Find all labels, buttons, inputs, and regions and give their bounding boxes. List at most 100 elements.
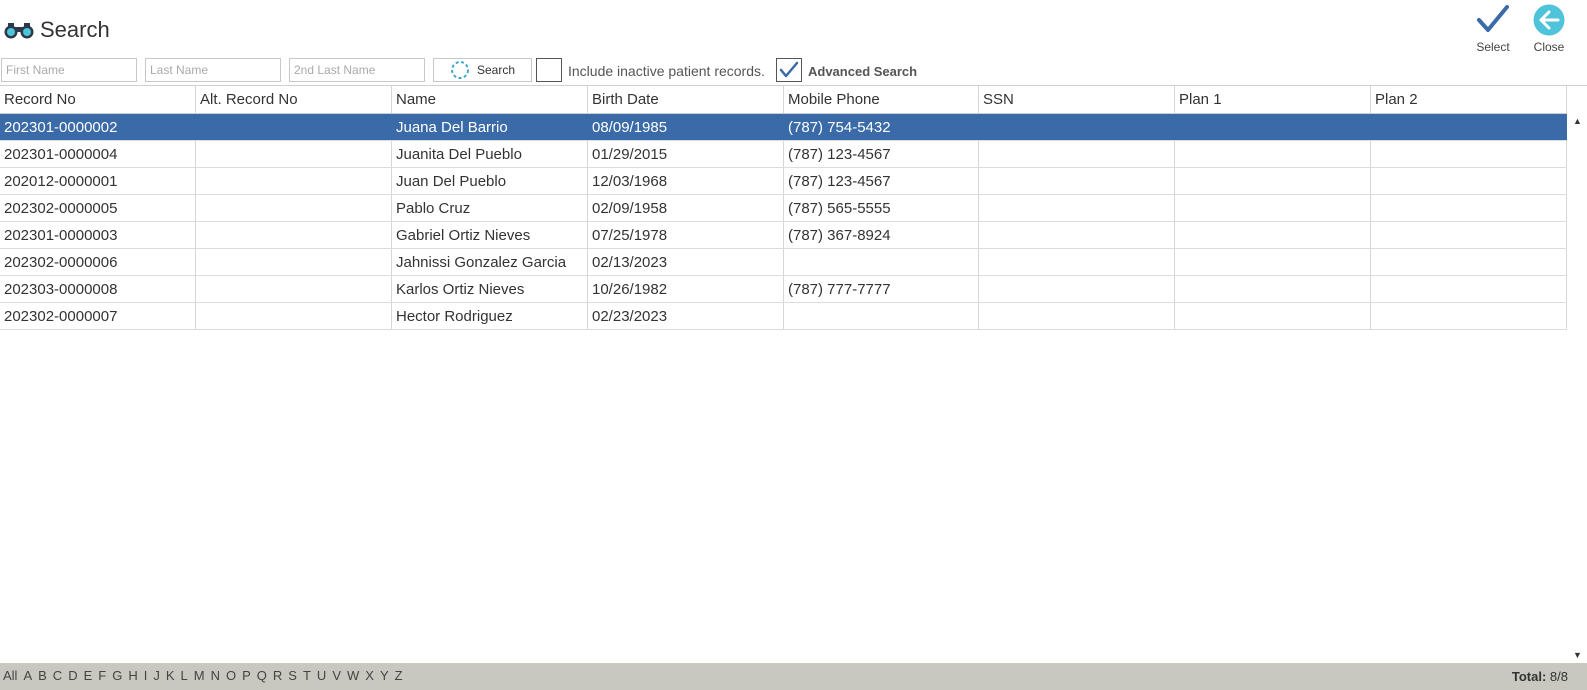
alpha-filter-m[interactable]: M [194, 668, 205, 683]
cell-ssn [979, 222, 1175, 248]
cell-record-no: 202012-0000001 [0, 168, 196, 194]
cell-birth-date: 07/25/1978 [588, 222, 784, 248]
column-header-mobile-phone[interactable]: Mobile Phone [784, 86, 979, 113]
search-button[interactable]: Search [433, 58, 532, 82]
second-last-name-input[interactable] [289, 58, 425, 82]
alpha-filter-e[interactable]: E [84, 668, 93, 683]
vertical-scrollbar[interactable]: ▲ ▼ [1570, 114, 1585, 662]
alpha-filter-a[interactable]: A [23, 668, 32, 683]
alpha-filter-n[interactable]: N [211, 668, 220, 683]
alpha-filter-y[interactable]: Y [380, 668, 389, 683]
table-row[interactable]: 202301-0000002 Juana Del Barrio 08/09/19… [0, 114, 1567, 141]
binoculars-icon [4, 23, 34, 39]
alpha-filter-o[interactable]: O [226, 668, 236, 683]
cell-alt-record-no [196, 195, 392, 221]
table-row[interactable]: 202302-0000006 Jahnissi Gonzalez Garcia … [0, 249, 1567, 276]
alpha-filter-i[interactable]: I [144, 668, 148, 683]
table-row[interactable]: 202302-0000005 Pablo Cruz 02/09/1958 (78… [0, 195, 1567, 222]
cell-birth-date: 01/29/2015 [588, 141, 784, 167]
cell-record-no: 202302-0000005 [0, 195, 196, 221]
column-header-name[interactable]: Name [392, 86, 588, 113]
column-header-ssn[interactable]: SSN [979, 86, 1175, 113]
last-name-input[interactable] [145, 58, 281, 82]
cell-record-no: 202301-0000003 [0, 222, 196, 248]
alpha-filter-h[interactable]: H [128, 668, 137, 683]
cell-plan-2 [1371, 249, 1567, 275]
alpha-filter-all[interactable]: All [3, 668, 17, 683]
alpha-filter-x[interactable]: X [365, 668, 374, 683]
cell-name: Jahnissi Gonzalez Garcia [392, 249, 588, 275]
alpha-filter-w[interactable]: W [347, 668, 359, 683]
close-button[interactable]: Close [1533, 4, 1565, 54]
select-button[interactable]: Select [1476, 4, 1510, 54]
alpha-filter-c[interactable]: C [53, 668, 62, 683]
alpha-filter-k[interactable]: K [166, 668, 175, 683]
advanced-search-label: Advanced Search [808, 64, 918, 79]
cell-plan-2 [1371, 276, 1567, 302]
cell-ssn [979, 141, 1175, 167]
cell-mobile-phone [784, 303, 979, 329]
cell-record-no: 202302-0000006 [0, 249, 196, 275]
cell-name: Juana Del Barrio [392, 114, 588, 140]
alpha-filter-g[interactable]: G [112, 668, 122, 683]
alpha-filter-j[interactable]: J [153, 668, 160, 683]
table-row[interactable]: 202303-0000008 Karlos Ortiz Nieves 10/26… [0, 276, 1567, 303]
alpha-filter-f[interactable]: F [98, 668, 106, 683]
alpha-filter-s[interactable]: S [288, 668, 297, 683]
cell-name: Gabriel Ortiz Nieves [392, 222, 588, 248]
alpha-filter-d[interactable]: D [68, 668, 77, 683]
cell-alt-record-no [196, 249, 392, 275]
cell-alt-record-no [196, 114, 392, 140]
column-header-record-no[interactable]: Record No [0, 86, 196, 113]
cell-plan-1 [1175, 114, 1371, 140]
scroll-up-arrow-icon[interactable]: ▲ [1570, 114, 1585, 128]
cell-plan-2 [1371, 114, 1567, 140]
table-row[interactable]: 202302-0000007 Hector Rodriguez 02/23/20… [0, 303, 1567, 330]
cell-ssn [979, 276, 1175, 302]
cell-name: Juan Del Pueblo [392, 168, 588, 194]
checkmark-icon [779, 61, 799, 78]
include-inactive-checkbox[interactable] [536, 58, 562, 82]
column-header-birth-date[interactable]: Birth Date [588, 86, 784, 113]
alpha-filter-p[interactable]: P [242, 668, 251, 683]
cell-mobile-phone: (787) 123-4567 [784, 141, 979, 167]
table-header: Record No Alt. Record No Name Birth Date… [0, 86, 1567, 114]
advanced-search-checkbox[interactable] [776, 58, 802, 82]
cell-record-no: 202301-0000004 [0, 141, 196, 167]
table-row[interactable]: 202012-0000001 Juan Del Pueblo 12/03/196… [0, 168, 1567, 195]
alphabet-filter: All A B C D E F G H I J K L M N O P Q R … [3, 668, 409, 683]
refresh-spinner-icon [450, 61, 469, 79]
alpha-filter-r[interactable]: R [273, 668, 282, 683]
cell-ssn [979, 303, 1175, 329]
cell-record-no: 202303-0000008 [0, 276, 196, 302]
alpha-filter-b[interactable]: B [38, 668, 47, 683]
column-header-plan-1[interactable]: Plan 1 [1175, 86, 1371, 113]
cell-plan-2 [1371, 141, 1567, 167]
alpha-filter-z[interactable]: Z [395, 668, 403, 683]
cell-plan-2 [1371, 195, 1567, 221]
cell-plan-2 [1371, 168, 1567, 194]
column-header-plan-2[interactable]: Plan 2 [1371, 86, 1567, 113]
cell-alt-record-no [196, 276, 392, 302]
cell-mobile-phone: (787) 754-5432 [784, 114, 979, 140]
cell-plan-1 [1175, 276, 1371, 302]
cell-plan-1 [1175, 222, 1371, 248]
alpha-filter-v[interactable]: V [332, 668, 341, 683]
cell-ssn [979, 249, 1175, 275]
cell-ssn [979, 114, 1175, 140]
alpha-filter-l[interactable]: L [181, 668, 188, 683]
scroll-down-arrow-icon[interactable]: ▼ [1570, 648, 1585, 662]
alpha-filter-t[interactable]: T [303, 668, 311, 683]
alpha-filter-u[interactable]: U [317, 668, 326, 683]
cell-mobile-phone: (787) 123-4567 [784, 168, 979, 194]
first-name-input[interactable] [1, 58, 137, 82]
cell-plan-1 [1175, 141, 1371, 167]
cell-alt-record-no [196, 303, 392, 329]
total-value: 8/8 [1549, 669, 1568, 684]
table-row[interactable]: 202301-0000004 Juanita Del Pueblo 01/29/… [0, 141, 1567, 168]
table-row[interactable]: 202301-0000003 Gabriel Ortiz Nieves 07/2… [0, 222, 1567, 249]
cell-alt-record-no [196, 168, 392, 194]
cell-name: Pablo Cruz [392, 195, 588, 221]
alpha-filter-q[interactable]: Q [257, 668, 267, 683]
column-header-alt-record-no[interactable]: Alt. Record No [196, 86, 392, 113]
